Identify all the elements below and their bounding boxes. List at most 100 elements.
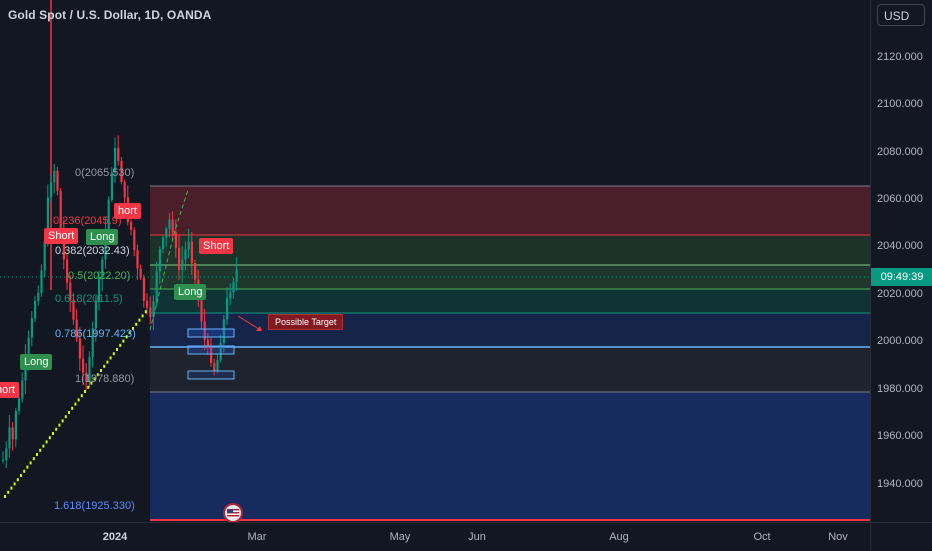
candle-body — [155, 271, 158, 302]
trend-marker — [87, 385, 90, 389]
trend-marker — [20, 474, 22, 477]
trend-marker — [138, 318, 141, 322]
candle-body — [14, 410, 17, 440]
time-tick: Mar — [247, 531, 267, 543]
time-tick: Nov — [828, 531, 848, 543]
price-tick: 1960.000 — [877, 430, 923, 442]
price-tick: 2000.000 — [877, 335, 923, 347]
trend-marker — [106, 360, 109, 364]
trend-marker — [112, 352, 115, 356]
trend-marker — [74, 402, 77, 406]
candle-body — [158, 249, 161, 272]
trend-marker — [68, 411, 70, 414]
candle-body — [146, 300, 149, 308]
trend-marker — [26, 465, 29, 469]
trend-marker — [39, 448, 42, 452]
fib-label-0: 0(2065.530) — [75, 167, 135, 179]
candle-body — [165, 228, 168, 238]
candle-body — [30, 318, 33, 338]
zone-box-3 — [187, 370, 235, 380]
candle-body — [82, 358, 85, 373]
trend-marker — [144, 310, 147, 314]
trend-marker — [10, 486, 13, 490]
fib-label-1: 1(1978.880) — [75, 373, 135, 385]
trend-marker — [116, 348, 118, 351]
candle-body — [5, 448, 8, 460]
price-tick: 2040.000 — [877, 240, 923, 252]
trend-marker — [122, 339, 125, 343]
candle-body — [142, 277, 145, 301]
us-flag-icon[interactable] — [223, 503, 243, 522]
long-tag[interactable]: Long — [174, 284, 207, 300]
trend-marker — [77, 398, 80, 402]
candle-body — [187, 241, 190, 250]
short-tag[interactable]: Short — [199, 238, 234, 254]
candle-body — [181, 259, 184, 270]
trend-marker — [4, 495, 6, 498]
candle-body — [133, 229, 136, 250]
candle-body — [43, 241, 46, 271]
price-tick: 2020.000 — [877, 288, 923, 300]
fib-label-05: 0.5(2022.20) — [68, 270, 131, 282]
trend-marker — [16, 478, 19, 482]
price-tick: 1980.000 — [877, 383, 923, 395]
possible-target-label[interactable]: Possible Target — [268, 314, 344, 330]
candle-body — [2, 459, 5, 461]
candle-body — [78, 338, 81, 359]
candle-body — [21, 380, 24, 399]
time-tick: Oct — [753, 531, 771, 543]
price-tick: 1940.000 — [877, 478, 923, 490]
trend-marker — [119, 343, 122, 347]
currency-button[interactable]: USD — [877, 4, 925, 26]
trend-marker — [29, 461, 32, 465]
candle-body — [194, 262, 197, 280]
candle-body — [130, 221, 133, 230]
trend-marker — [42, 444, 45, 448]
fib-zone-05-0618 — [150, 289, 870, 313]
candle-body — [235, 269, 238, 282]
candle-body — [117, 147, 120, 161]
trend-marker — [103, 364, 106, 368]
candle-body — [56, 170, 59, 191]
candle-body — [50, 182, 53, 198]
chart-pane[interactable]: Gold Spot / U.S. Dollar, 1D, OANDA 0(206… — [0, 0, 870, 522]
fib-zone-0382-05 — [150, 265, 870, 289]
trend-marker — [109, 356, 112, 360]
candle-body — [123, 181, 126, 198]
short-tag[interactable]: Short — [44, 228, 79, 244]
candle-body — [168, 219, 171, 229]
trend-marker — [80, 394, 83, 398]
zone-box-2 — [187, 345, 235, 355]
short-tag[interactable]: hort — [114, 203, 141, 219]
trend-marker — [32, 457, 35, 461]
short-tag[interactable]: hort — [0, 382, 19, 398]
long-tag[interactable]: Long — [20, 354, 53, 370]
candle-body — [139, 268, 142, 278]
long-tag[interactable]: Long — [86, 229, 119, 245]
time-axis[interactable]: 2024 Mar May Jun Aug Oct Nov — [0, 522, 870, 551]
trend-marker — [61, 419, 64, 423]
price-tick: 2120.000 — [877, 51, 923, 63]
axis-corner — [870, 522, 932, 551]
candle-body — [40, 270, 43, 293]
candle-body — [178, 247, 181, 270]
zone-box-1 — [187, 328, 235, 338]
fib-zone-0-0236 — [150, 186, 870, 235]
candle-body — [11, 427, 14, 440]
fib-zone-1-1618 — [150, 392, 870, 520]
candle-body — [213, 362, 216, 372]
price-tick: 2060.000 — [877, 193, 923, 205]
fib-zone-0236-0382 — [150, 235, 870, 265]
price-axis[interactable]: USD 2120.000 2100.000 2080.000 2060.000 … — [870, 0, 932, 522]
candle-body — [226, 298, 229, 320]
chart-canvas[interactable] — [0, 0, 870, 522]
price-tick: 2100.000 — [877, 98, 923, 110]
current-price-timer: 09:49:39 — [871, 268, 932, 286]
candle-body — [216, 360, 219, 372]
candle-body — [200, 300, 203, 322]
price-tick: 2080.000 — [877, 146, 923, 158]
candle-body — [136, 249, 139, 269]
fib-label-0786: 0.786(1997.423) — [55, 328, 136, 340]
candle-body — [37, 292, 40, 302]
candle-body — [18, 398, 21, 411]
